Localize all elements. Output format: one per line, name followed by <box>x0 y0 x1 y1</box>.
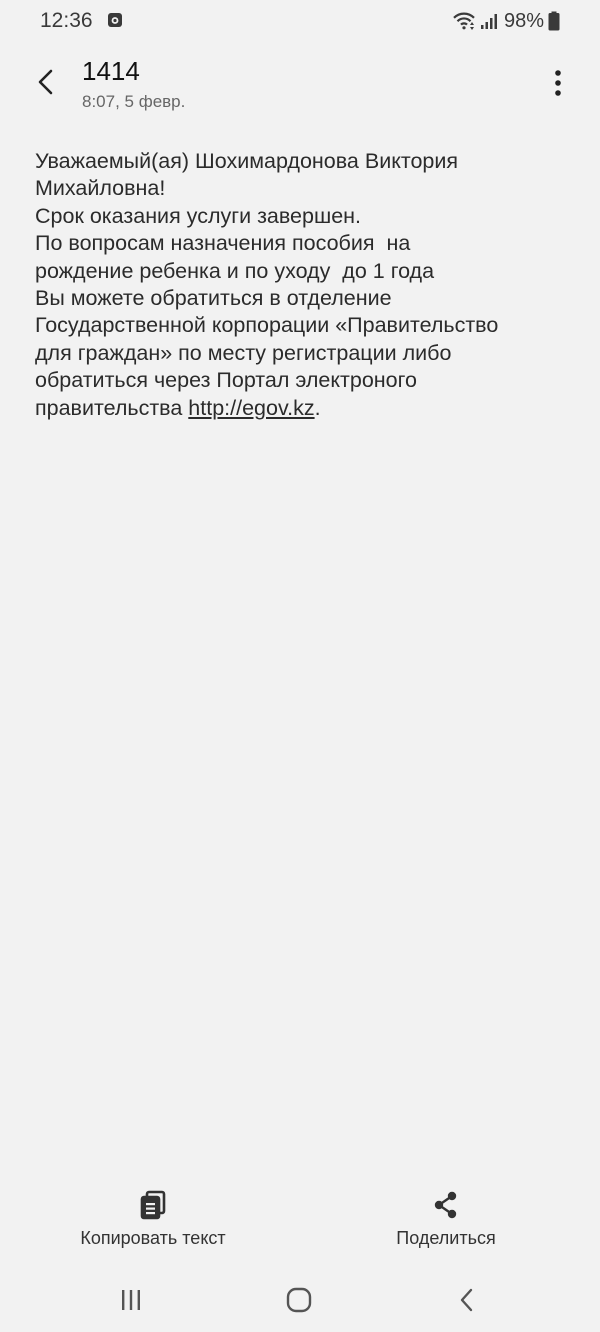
share-label: Поделиться <box>396 1228 496 1248</box>
message-last-line: правительства http://egov.kz. <box>35 395 575 422</box>
battery-percent: 98% <box>503 9 544 32</box>
bottom-actions: Копировать текст Поделиться <box>0 1186 600 1256</box>
message-line: для граждан» по месту регистрации либо <box>35 340 452 365</box>
status-indicators: 98% <box>452 9 560 33</box>
message-line-suffix: . <box>314 395 321 420</box>
egov-link[interactable]: http://egov.kz <box>188 396 314 420</box>
message-timestamp: 8:07, 5 февр. <box>82 92 186 111</box>
recents-icon <box>122 1290 140 1310</box>
message-line-prefix: правительства <box>35 395 189 420</box>
notification-icon <box>108 13 122 27</box>
status-bar: 12:36 98% <box>0 0 600 44</box>
share-button[interactable]: Поделиться <box>336 1186 556 1256</box>
back-button[interactable] <box>28 62 64 102</box>
battery-icon <box>548 11 560 31</box>
copy-text-label: Копировать текст <box>80 1228 226 1248</box>
message-line: Михайловна! <box>35 176 166 201</box>
more-vertical-icon <box>555 70 561 96</box>
chevron-left-icon <box>38 69 53 95</box>
wifi-icon <box>453 12 475 30</box>
message-line: Уважаемый(ая) Шохимардонова Виктория <box>35 149 459 173</box>
status-time: 12:36 <box>40 9 93 32</box>
message-line: Срок оказания услуги завершен. <box>35 203 362 228</box>
home-icon <box>286 1287 312 1313</box>
navigation-bar <box>0 1270 600 1332</box>
app-bar: 1414 8:07, 5 февр. <box>0 52 600 122</box>
message-line: Государственной корпорации «Правительств… <box>35 313 499 338</box>
signal-icon <box>480 14 497 29</box>
message-line: обратиться через Портал электроного <box>35 368 417 393</box>
share-icon <box>434 1191 457 1219</box>
message-body: Уважаемый(ая) Шохимардонова Виктория Мих… <box>35 148 575 422</box>
nav-back-icon <box>460 1288 473 1312</box>
nav-back-button[interactable] <box>442 1282 492 1318</box>
sender-title: 1414 <box>82 56 140 86</box>
more-options-button[interactable] <box>548 66 568 100</box>
message-line: рождение ребенка и по уходу до 1 года <box>35 258 435 283</box>
recents-button[interactable] <box>106 1282 156 1318</box>
home-button[interactable] <box>274 1282 324 1318</box>
message-line: Вы можете обратиться в отделение <box>35 286 392 311</box>
copy-icon <box>140 1190 166 1220</box>
message-line: По вопросам назначения пособия на <box>35 231 411 256</box>
copy-text-button[interactable]: Копировать текст <box>43 1186 263 1256</box>
